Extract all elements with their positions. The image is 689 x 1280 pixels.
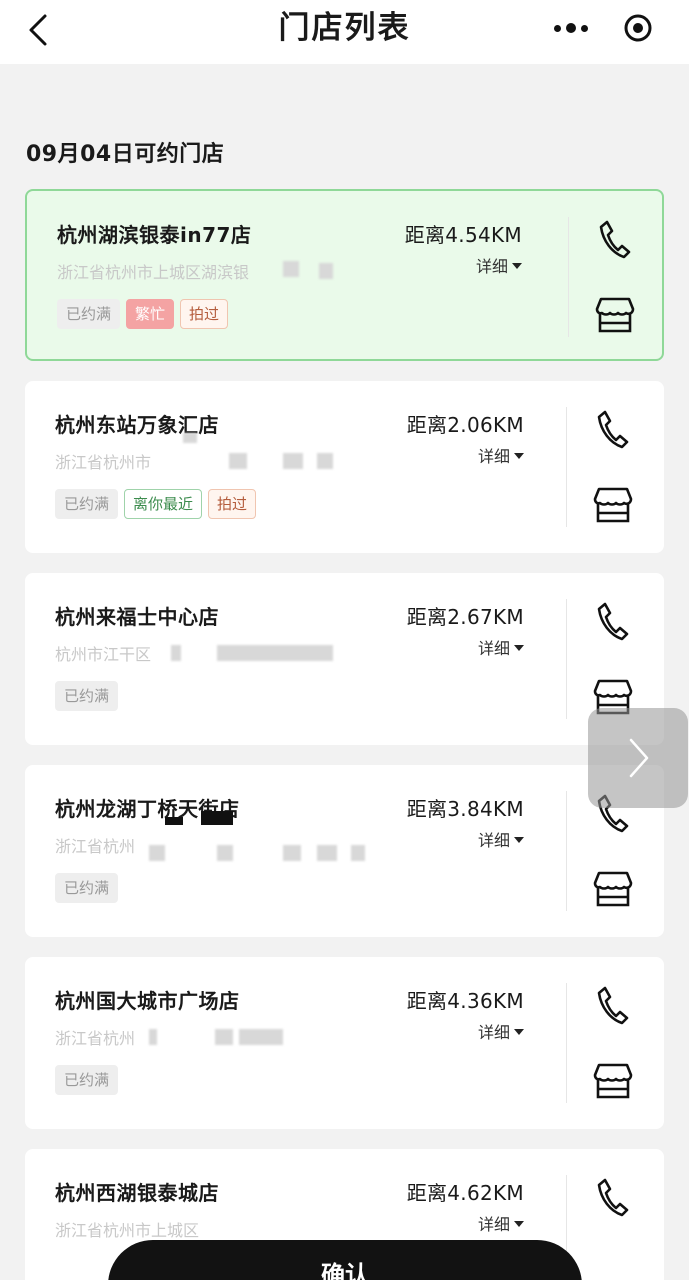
phone-icon [597,986,629,1025]
tag-fully-booked: 已约满 [55,681,119,711]
caret-down-icon [514,453,524,459]
mini-program-capsule [537,6,671,50]
store-tags: 已约满 [55,1065,119,1095]
tag-fully-booked: 已约满 [55,873,119,903]
detail-toggle[interactable]: 详细 [476,253,522,277]
caret-down-icon [514,1029,524,1035]
more-dots-icon [553,24,561,32]
detail-toggle[interactable]: 详细 [478,1211,524,1235]
detail-label: 详细 [475,257,508,276]
call-button[interactable] [593,597,633,645]
storefront-icon [593,1063,633,1099]
storefront-icon [593,487,633,523]
divider [566,791,567,911]
more-button[interactable] [537,6,604,50]
store-distance: 距离4.36KM [406,989,524,1013]
confirm-button[interactable]: 确认 [108,1240,582,1280]
tag-fully-booked: 已约满 [55,1065,119,1095]
phone-icon [597,602,629,641]
chevron-right-icon [629,738,649,778]
store-address: 杭州市江干区 [55,645,152,664]
storefront-icon [595,297,635,333]
store-distance: 距离4.54KM [404,223,522,247]
store-distance: 距离2.67KM [406,605,524,629]
tag-fully-booked: 已约满 [57,299,121,329]
divider [566,983,567,1103]
store-name: 杭州西湖银泰城店 [55,1181,219,1205]
store-address: 浙江省杭州市上城区湖滨银 [57,263,250,282]
close-mini-program-button[interactable] [604,6,671,50]
call-button[interactable] [593,981,633,1029]
store-card[interactable]: 杭州湖滨银泰in77店 浙江省杭州市上城区湖滨银 已约满 繁忙 拍过 距离4.5… [25,189,664,361]
store-button[interactable] [591,483,635,527]
store-address: 浙江省杭州市 [55,453,152,472]
caret-down-icon [514,837,524,843]
call-button[interactable] [593,1173,633,1221]
store-distance: 距离4.62KM [406,1181,524,1205]
store-tags: 已约满 离你最近 拍过 [55,489,257,519]
store-tags: 已约满 繁忙 拍过 [57,299,229,329]
phone-icon [599,220,631,259]
storefront-icon [593,871,633,907]
caret-down-icon [514,1221,524,1227]
available-date-heading: 09月04日可约门店 [26,142,225,167]
navigation-bar: 门店列表 [0,0,689,64]
store-card[interactable]: 杭州国大城市广场店 浙江省杭州 已约满 距离4.36KM 详细 [25,957,664,1129]
store-button[interactable] [593,293,637,337]
detail-label: 详细 [477,1215,510,1234]
store-address: 浙江省杭州市上城区 [55,1221,200,1240]
store-name: 杭州国大城市广场店 [55,989,240,1013]
tag-fully-booked: 已约满 [55,489,119,519]
detail-toggle[interactable]: 详细 [478,443,524,467]
store-name: 杭州湖滨银泰in77店 [57,223,252,247]
divider [566,407,567,527]
store-distance: 距离2.06KM [406,413,524,437]
store-button[interactable] [591,1059,635,1103]
detail-toggle[interactable]: 详细 [478,827,524,851]
detail-toggle[interactable]: 详细 [478,635,524,659]
detail-toggle[interactable]: 详细 [478,1019,524,1043]
store-card[interactable]: 杭州龙湖丁桥天街店 浙江省杭州 已约满 距离3.84KM 详细 [25,765,664,937]
call-button[interactable] [595,215,635,263]
detail-label: 详细 [477,447,510,466]
divider [568,217,569,337]
target-circle-icon [624,14,651,42]
store-tags: 已约满 [55,681,119,711]
store-card[interactable]: 杭州东站万象汇店 浙江省杭州市 已约满 离你最近 拍过 距离2.06KM 详细 [25,381,664,553]
tag-busy: 繁忙 [126,299,175,329]
call-button[interactable] [593,405,633,453]
store-card[interactable]: 杭州来福士中心店 杭州市江干区 已约满 距离2.67KM 详细 [25,573,664,745]
phone-icon [597,1178,629,1217]
store-tags: 已约满 [55,873,119,903]
store-button[interactable] [591,867,635,911]
detail-label: 详细 [477,639,510,658]
divider [566,599,567,719]
tag-visited: 拍过 [208,489,257,519]
caret-down-icon [512,263,522,269]
store-list: 杭州湖滨银泰in77店 浙江省杭州市上城区湖滨银 已约满 繁忙 拍过 距离4.5… [25,189,664,1280]
tag-nearest: 离你最近 [124,489,203,519]
store-address: 浙江省杭州 [55,837,136,856]
store-name: 杭州来福士中心店 [55,605,219,629]
floating-next-button[interactable] [588,708,688,808]
store-address: 浙江省杭州 [55,1029,136,1048]
phone-icon [597,410,629,449]
caret-down-icon [514,645,524,651]
detail-label: 详细 [477,831,510,850]
detail-label: 详细 [477,1023,510,1042]
tag-visited: 拍过 [180,299,229,329]
store-distance: 距离3.84KM [406,797,524,821]
